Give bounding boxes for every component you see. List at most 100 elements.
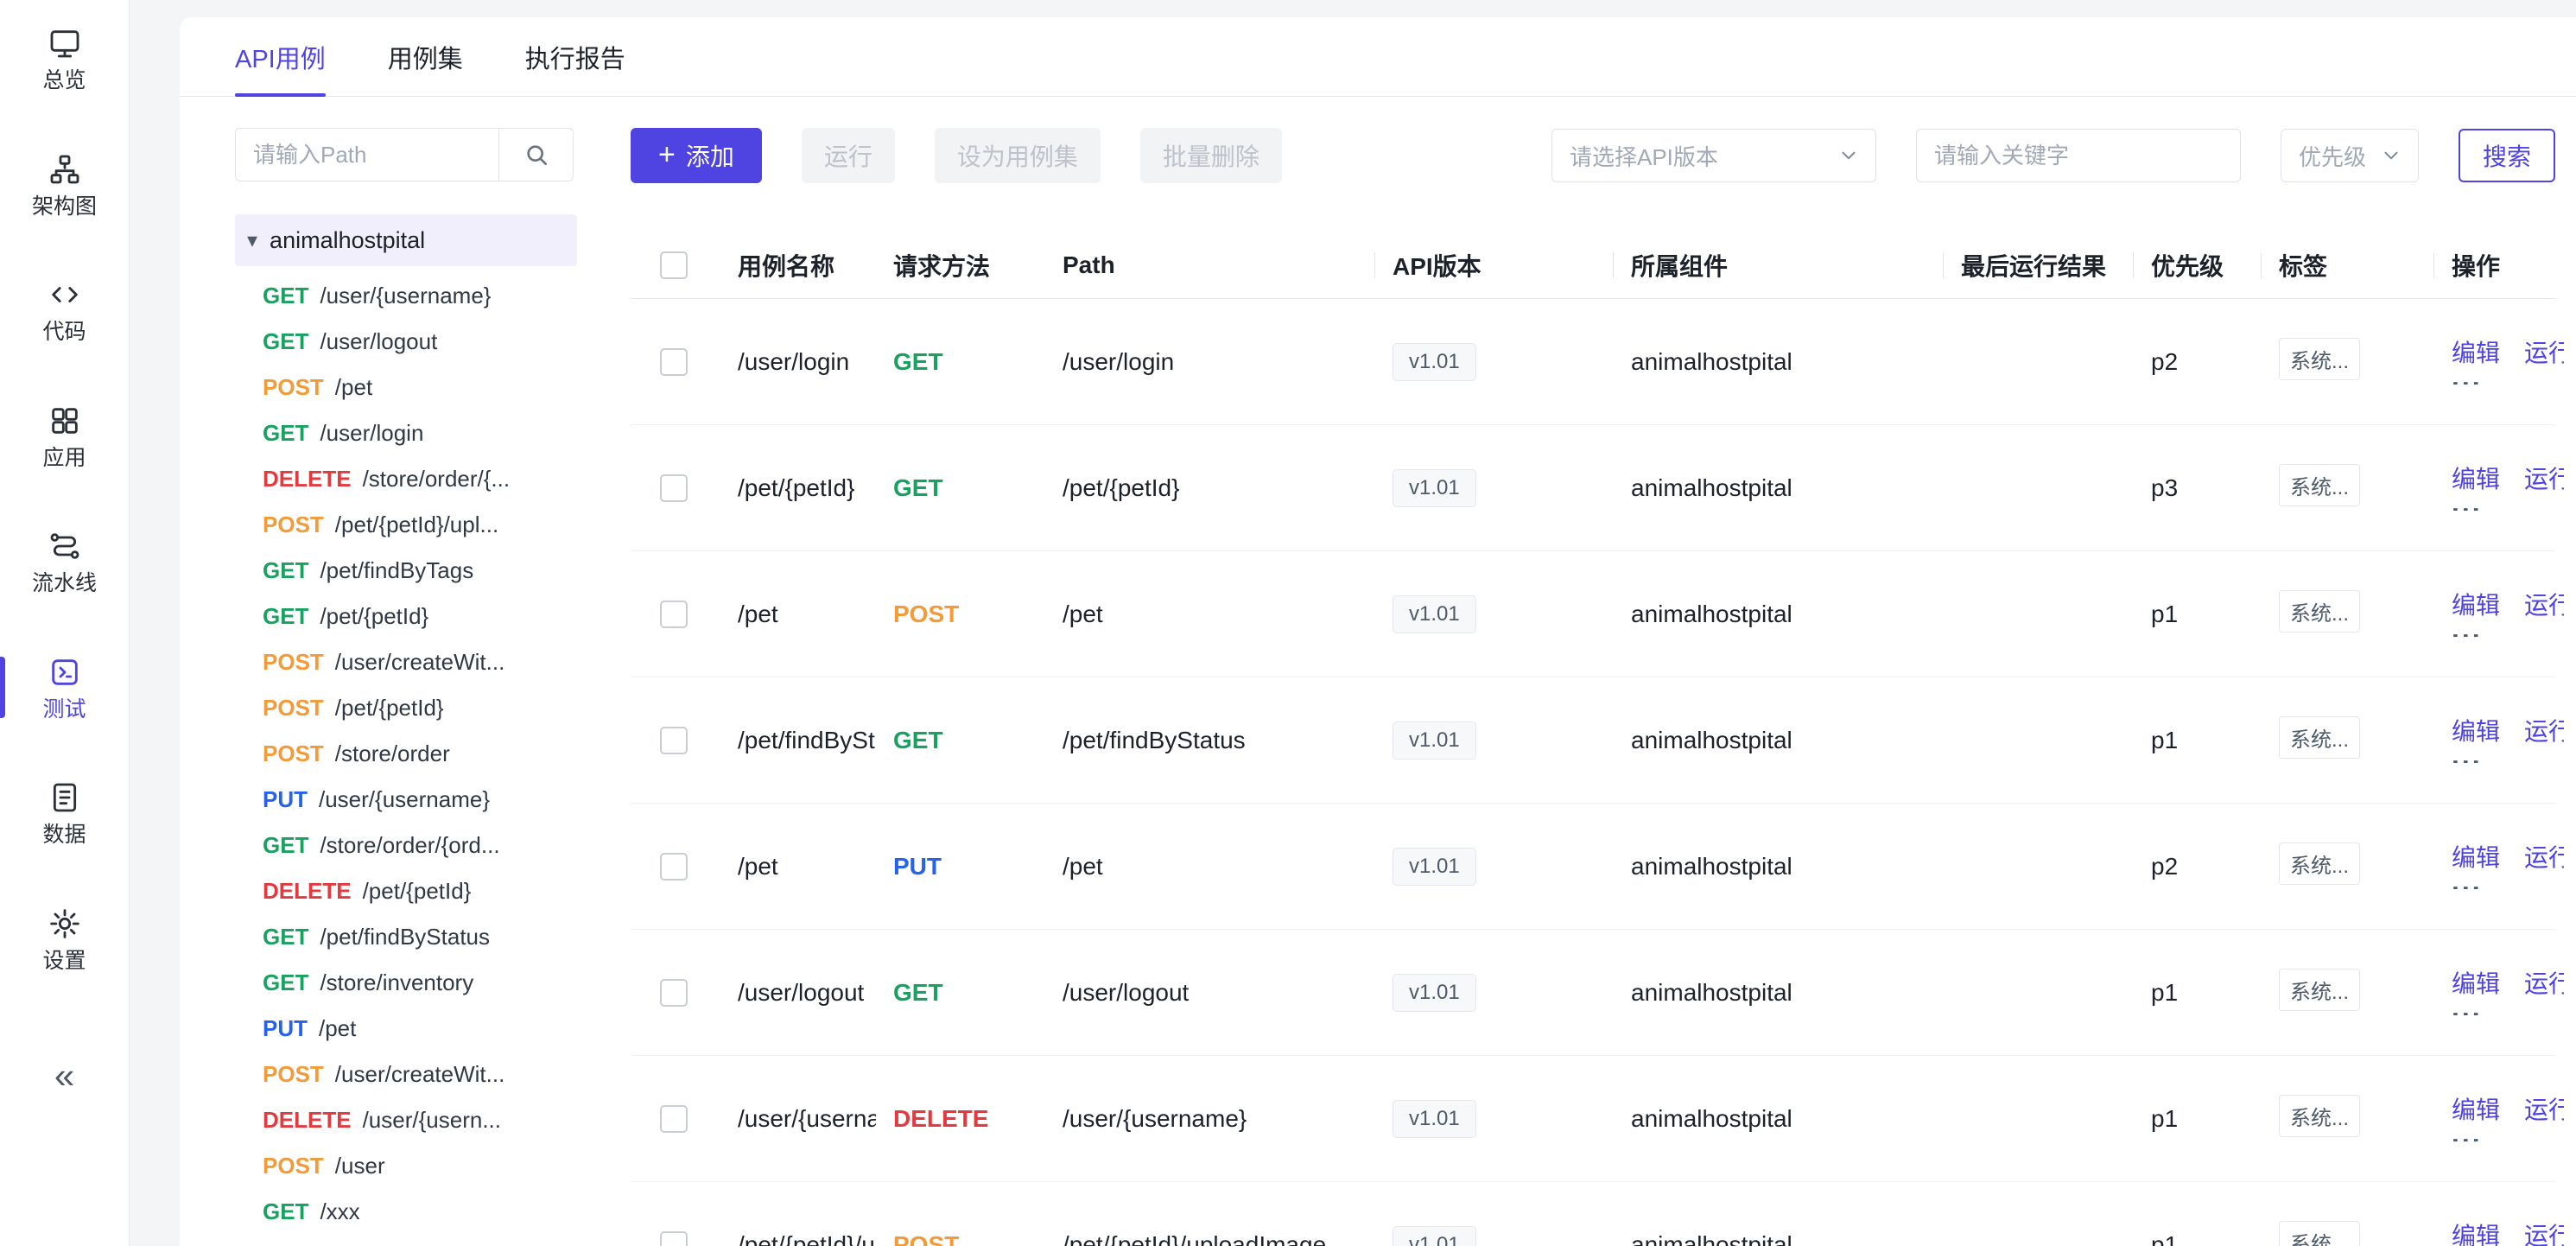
run-link[interactable]: 运行 [2524,1096,2564,1125]
edit-link[interactable]: 编辑 [2452,1222,2500,1246]
tree-item[interactable]: DELETE /pet/{petId} [235,868,631,914]
batch-delete-button[interactable]: 批量删除 [1140,128,1282,183]
cell-component: animalhostpital [1614,853,1944,880]
settings-icon [46,905,84,943]
nav-item[interactable]: 代码 [0,274,129,346]
tree-item[interactable]: POST /user [235,1143,631,1189]
tree-item[interactable]: POST /pet [235,365,631,410]
priority-select[interactable]: 优先级 [2281,129,2419,182]
more-actions-button[interactable]: ... [2452,748,2564,764]
nav-item[interactable]: 架构图 [0,149,129,221]
nav-item[interactable]: 流水线 [0,525,129,598]
cell-method: POST [876,601,1045,628]
tree-item-method: POST [263,1153,324,1179]
run-link[interactable]: 运行 [2524,969,2564,999]
nav-item[interactable]: 数据 [0,777,129,849]
run-link[interactable]: 运行 [2524,465,2564,494]
nav-item-label: 架构图 [32,195,97,219]
tree-item[interactable]: POST /store/order [235,731,631,777]
cell-priority: p2 [2134,853,2262,880]
row-checkbox[interactable] [660,727,688,754]
collapse-sidebar-icon[interactable]: « [54,1058,74,1094]
run-button[interactable]: 运行 [802,128,895,183]
cell-case-name: /user/{userna... [720,1105,876,1133]
tree-item[interactable]: GET /pet/{petId} [235,594,631,639]
nav-item[interactable]: 测试 [0,652,129,724]
tab-run-reports[interactable]: 执行报告 [525,17,625,96]
tree-item[interactable]: GET /user/{username} [235,273,631,319]
tree-item[interactable]: GET /user/login [235,410,631,456]
nav-item[interactable]: 设置 [0,903,129,976]
row-checkbox[interactable] [660,1231,688,1246]
search-button[interactable]: 搜索 [2459,129,2555,182]
row-checkbox[interactable] [660,348,688,376]
tree-root-node[interactable]: ▾ animalhostpital [235,214,577,266]
more-actions-button[interactable]: ... [2452,874,2564,890]
cell-case-name: /pet/{petId} [720,474,876,502]
cell-tag: 系统... [2262,716,2434,765]
tree-item[interactable]: GET /pet/findByTags [235,548,631,594]
search-icon[interactable] [498,129,573,181]
tree-item-path: /pet/{petId} [363,878,472,905]
cell-case-name: /pet/{petId}/u... [720,1231,876,1246]
run-link[interactable]: 运行 [2524,1222,2564,1246]
tree-item[interactable]: GET /user/logout [235,319,631,365]
row-checkbox-cell [631,601,720,628]
tree-item-path: /pet/{petId} [335,695,444,722]
tree-item-method: POST [263,1061,324,1088]
cell-path: /pet/findByStatus [1045,727,1375,754]
tree-item[interactable]: DELETE /store/order/{... [235,456,631,502]
tag-badge: 系统... [2279,590,2360,633]
tree-item[interactable]: POST /user/createWit... [235,1052,631,1097]
tree-item[interactable]: POST /user/createWit... [235,639,631,685]
cases-panel: + 添加 运行 设为用例集 批量删除 请选择API版本 优先级 [631,97,2576,1246]
tab-api-cases[interactable]: API用例 [235,17,326,96]
tree-item[interactable]: GET /store/inventory [235,960,631,1006]
tree-item[interactable]: DELETE /user/{usern... [235,1097,631,1143]
tree-item-path: /user/logout [320,328,437,355]
run-link[interactable]: 运行 [2524,843,2564,873]
tree-item-path: /user/createWit... [335,1061,505,1088]
tree-item[interactable]: GET /store/order/{ord... [235,823,631,868]
tree-item[interactable]: PUT /user/{username} [235,777,631,823]
row-checkbox[interactable] [660,474,688,502]
nav-item[interactable]: 应用 [0,400,129,473]
more-actions-button[interactable]: ... [2452,496,2564,512]
keyword-input[interactable] [1916,129,2241,182]
run-link[interactable]: 运行 [2524,591,2564,620]
run-link[interactable]: 运行 [2524,339,2564,368]
tree-item[interactable]: POST /pet/{petId} [235,685,631,731]
row-checkbox[interactable] [660,853,688,880]
cell-path: /pet/{petId} [1045,474,1375,502]
path-search-input[interactable] [236,129,498,181]
tree-item[interactable]: POST /pet/{petId}/upl... [235,502,631,548]
tree-item[interactable]: GET /pet/findByStatus [235,914,631,960]
header-case-name: 用例名称 [720,232,876,298]
more-actions-button[interactable]: ... [2452,1001,2564,1016]
tab-case-suites[interactable]: 用例集 [388,17,463,96]
tree-item[interactable]: PUT /pet [235,1006,631,1052]
run-link[interactable]: 运行 [2524,717,2564,747]
tree-item-path: /store/inventory [320,969,473,996]
cases-table: 用例名称 请求方法 Path API版本 所属组件 最后运行结果 优先级 标签 … [631,232,2555,1246]
row-checkbox[interactable] [660,979,688,1007]
tree-item-method: DELETE [263,878,352,905]
more-actions-button[interactable]: ... [2452,370,2564,385]
cell-priority: p1 [2134,1231,2262,1246]
tree-item-path: /store/order/{... [363,466,511,493]
api-version-placeholder: 请选择API版本 [1570,140,1718,172]
more-actions-button[interactable]: ... [2452,1127,2564,1142]
row-checkbox[interactable] [660,1105,688,1133]
tree-item-method: POST [263,374,324,401]
main-card: API用例 用例集 执行报告 ▾ animalhostpital GET /us… [180,17,2576,1246]
more-actions-button[interactable]: ... [2452,622,2564,638]
select-all-checkbox[interactable] [660,251,688,279]
tree-item[interactable]: GET /xxx [235,1189,631,1235]
plus-icon: + [658,140,676,169]
add-button[interactable]: + 添加 [631,128,762,183]
row-checkbox[interactable] [660,601,688,628]
toolbar-filters: 请选择API版本 优先级 搜索 [1551,129,2555,182]
nav-item[interactable]: 总览 [0,22,129,95]
set-as-suite-button[interactable]: 设为用例集 [935,128,1101,183]
api-version-select[interactable]: 请选择API版本 [1551,129,1876,182]
